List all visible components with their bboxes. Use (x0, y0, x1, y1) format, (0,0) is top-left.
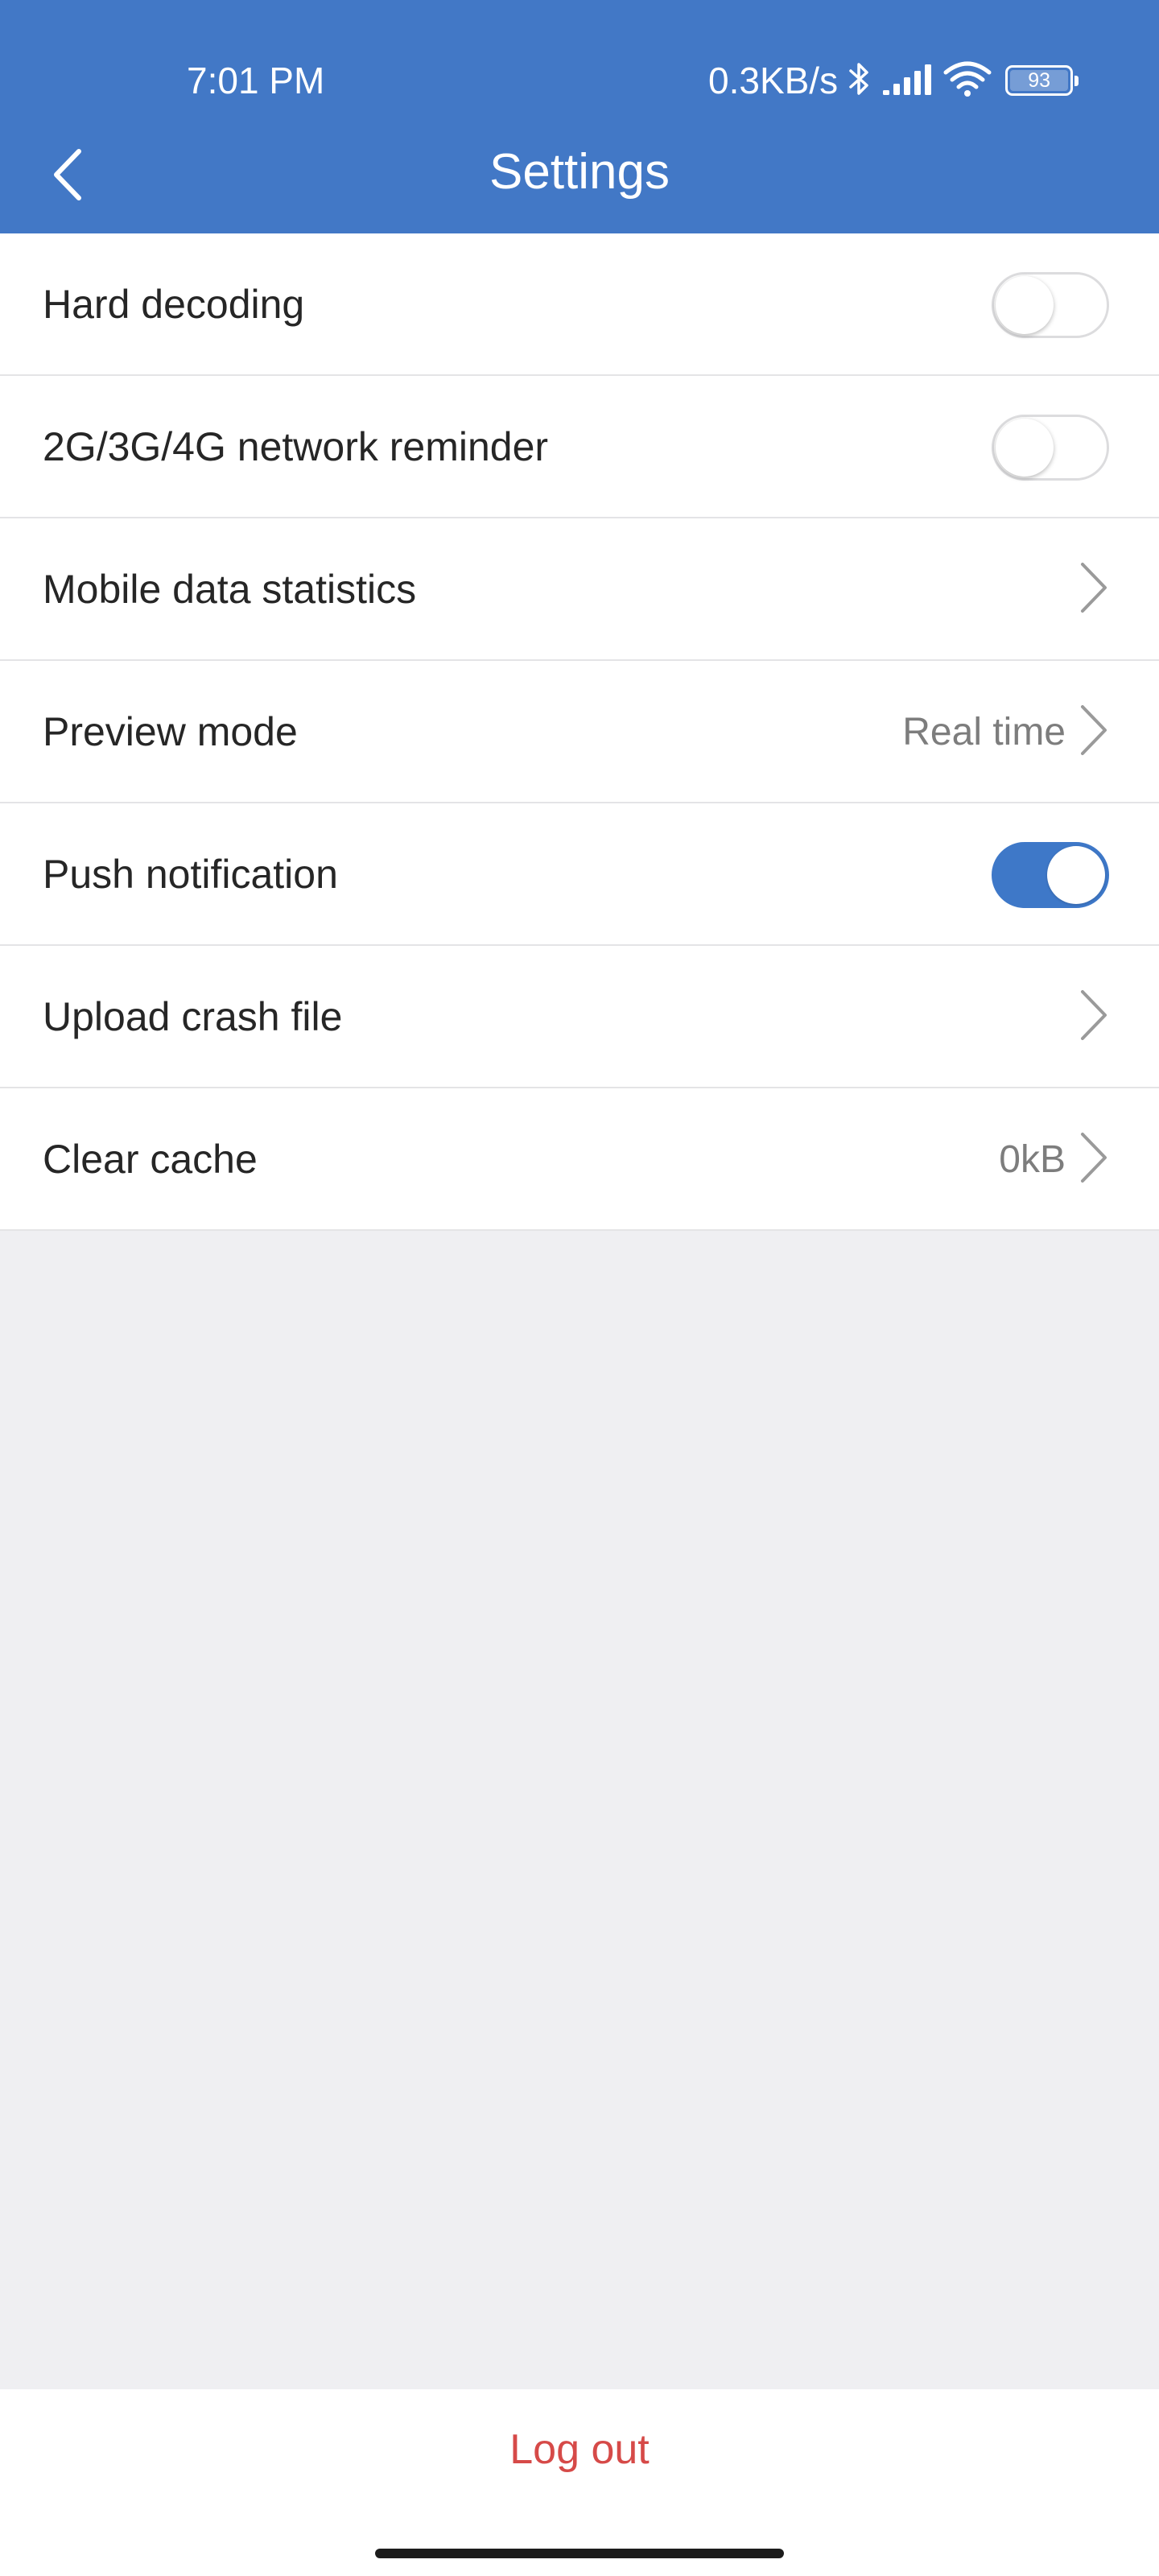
network-speed: 0.3KB/s (708, 60, 839, 101)
chevron-right-icon (1077, 1131, 1109, 1188)
logout-button[interactable]: Log out (0, 2389, 1159, 2510)
preview-mode-value: Real time (902, 710, 1066, 753)
chevron-right-icon (1077, 561, 1109, 618)
status-indicators: 0.3KB/s 93 (708, 58, 1079, 103)
signal-icon (881, 61, 933, 101)
setting-label: Preview mode (43, 709, 298, 754)
setting-label: Push notification (43, 852, 338, 897)
nav-bar: Settings (0, 129, 1159, 217)
chevron-right-icon (1077, 704, 1109, 761)
setting-label: Mobile data statistics (43, 567, 417, 612)
setting-network-reminder: 2G/3G/4G network reminder (0, 376, 1159, 518)
setting-upload-crash-file[interactable]: Upload crash file (0, 946, 1159, 1088)
push-notification-toggle[interactable] (992, 841, 1109, 908)
network-reminder-toggle[interactable] (992, 414, 1109, 481)
settings-screen: 7:01 PM 0.3KB/s 93 Settings Hard decodin… (0, 0, 1159, 2576)
toggle-knob (996, 418, 1054, 477)
setting-control (992, 376, 1109, 518)
chevron-right-icon (1077, 989, 1109, 1046)
page-title: Settings (489, 144, 670, 200)
hard-decoding-toggle[interactable] (992, 271, 1109, 338)
setting-control (992, 803, 1109, 946)
home-indicator[interactable] (375, 2549, 784, 2558)
status-time: 7:01 PM (187, 60, 325, 101)
header: 7:01 PM 0.3KB/s 93 Settings (0, 0, 1159, 233)
setting-control (992, 233, 1109, 376)
toggle-knob (996, 275, 1054, 334)
setting-push-notification: Push notification (0, 803, 1159, 946)
setting-label: Upload crash file (43, 994, 343, 1039)
setting-control (1077, 518, 1109, 661)
setting-control (1077, 946, 1109, 1088)
setting-label: Clear cache (43, 1137, 258, 1182)
logout-bar: Log out (0, 2389, 1159, 2576)
settings-list: Hard decoding 2G/3G/4G network reminder … (0, 233, 1159, 1231)
setting-label: 2G/3G/4G network reminder (43, 424, 549, 469)
setting-clear-cache[interactable]: Clear cache 0kB (0, 1088, 1159, 1231)
setting-control: 0kB (999, 1088, 1109, 1231)
battery-level: 93 (1028, 69, 1050, 92)
setting-control: Real time (902, 661, 1109, 803)
cache-size-value: 0kB (999, 1137, 1066, 1181)
bluetooth-icon (848, 60, 872, 102)
setting-preview-mode[interactable]: Preview mode Real time (0, 661, 1159, 803)
wifi-icon (942, 60, 992, 102)
setting-mobile-data-statistics[interactable]: Mobile data statistics (0, 518, 1159, 661)
toggle-knob (1047, 845, 1105, 904)
setting-label: Hard decoding (43, 282, 305, 327)
battery-icon: 93 (1005, 65, 1079, 96)
setting-hard-decoding: Hard decoding (0, 233, 1159, 376)
